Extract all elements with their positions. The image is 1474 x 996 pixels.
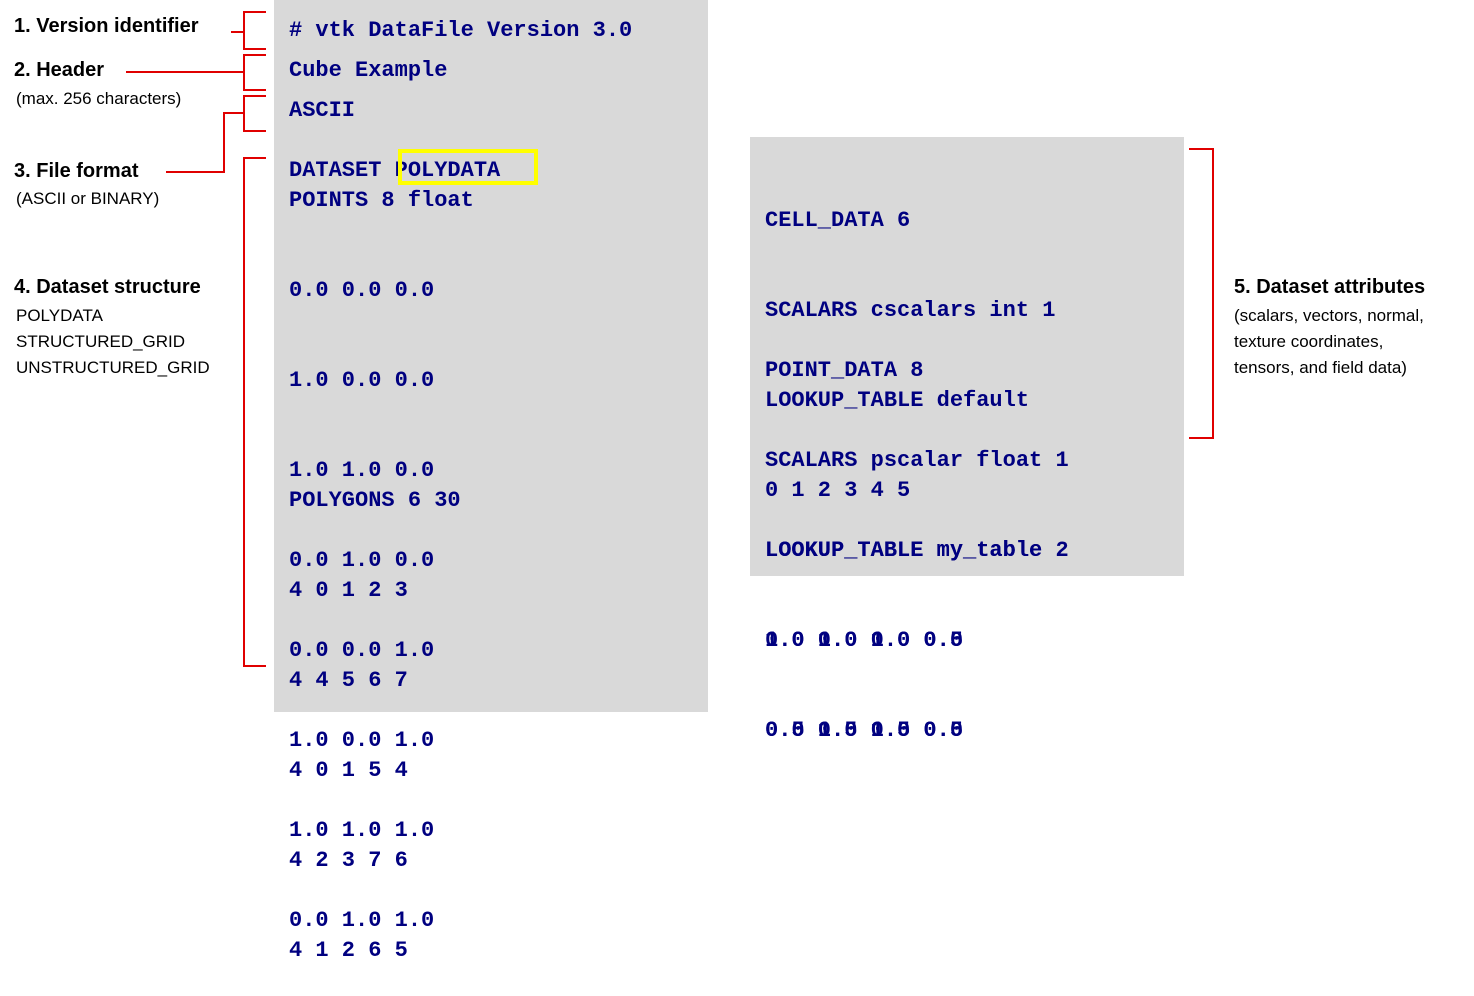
polygon-row: 4 2 3 7 6 — [289, 848, 408, 873]
version-bracket — [243, 11, 266, 50]
code-line: 0.5 0.5 0.5 0.5 — [765, 718, 964, 743]
polygon-row: 4 0 1 5 4 — [289, 758, 408, 783]
attributes-bracket — [1189, 148, 1214, 439]
polygon-row: 4 1 2 6 5 — [289, 938, 408, 963]
header-bracket — [243, 54, 266, 91]
brackets-overlay — [126, 11, 1214, 667]
format-connector — [166, 112, 244, 173]
format-bracket — [243, 95, 266, 132]
structure-bracket — [243, 157, 266, 667]
